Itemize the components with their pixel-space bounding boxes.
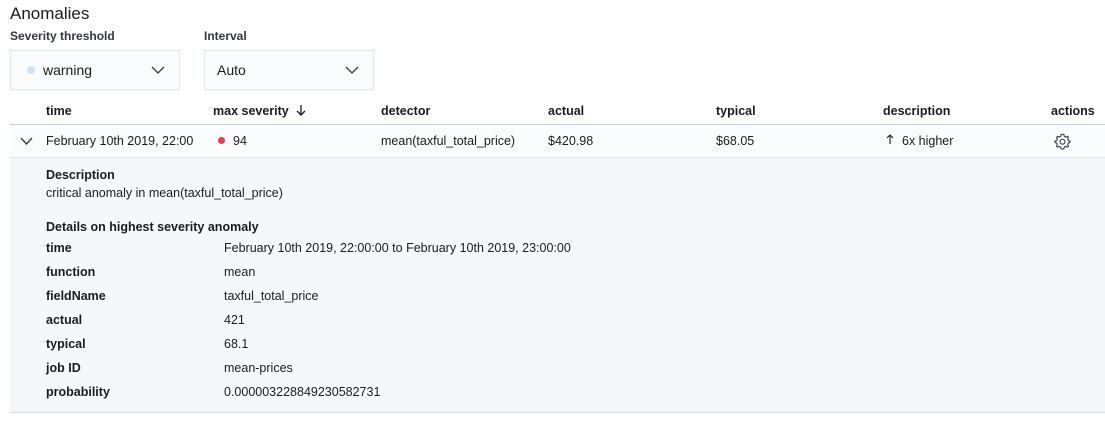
detail-value-typical: 68.1 <box>224 337 249 351</box>
description-text: critical anomaly in mean(taxful_total_pr… <box>46 186 283 200</box>
interval-select[interactable]: Auto <box>204 50 374 90</box>
row-detector: mean(taxful_total_price) <box>381 134 516 148</box>
detail-value-time: February 10th 2019, 22:00:00 to February… <box>224 241 571 255</box>
row-time: February 10th 2019, 22:00 <box>46 134 194 148</box>
severity-threshold-select[interactable]: warning <box>10 50 180 90</box>
details-heading: Details on highest severity anomaly <box>46 220 259 234</box>
detail-value-actual: 421 <box>224 313 245 327</box>
detail-label-function: function <box>46 265 96 279</box>
row-description: 6x higher <box>886 134 953 148</box>
detail-label-actual: actual <box>46 313 83 327</box>
arrow-down-icon <box>296 105 306 116</box>
column-header-max-severity-label: max severity <box>213 104 289 118</box>
interval-value: Auto <box>217 62 246 78</box>
arrow-up-icon <box>886 134 894 144</box>
column-header-max-severity[interactable]: max severity <box>213 104 307 118</box>
column-header-actual[interactable]: actual <box>548 104 584 118</box>
detail-label-job-id: job ID <box>46 361 81 375</box>
critical-dot-icon <box>218 137 225 144</box>
column-header-detector[interactable]: detector <box>381 104 430 118</box>
row-severity-value: 94 <box>233 134 247 148</box>
column-header-time[interactable]: time <box>46 104 72 118</box>
chevron-down-icon <box>345 66 359 74</box>
row-description-text: 6x higher <box>902 134 954 148</box>
gear-icon[interactable] <box>1054 133 1071 150</box>
chevron-down-icon <box>151 66 165 74</box>
interval-label: Interval <box>204 29 247 43</box>
detail-label-time: time <box>46 241 72 255</box>
detail-label-probability: probability <box>46 385 110 399</box>
row-actual: $420.98 <box>548 134 594 148</box>
detail-label-typical: typical <box>46 337 86 351</box>
page-title: Anomalies <box>10 4 90 23</box>
description-heading: Description <box>46 168 115 182</box>
severity-threshold-value: warning <box>43 62 93 78</box>
row-severity: 94 <box>218 134 247 148</box>
detail-label-fieldname: fieldName <box>46 289 106 303</box>
severity-threshold-label: Severity threshold <box>10 29 115 43</box>
column-header-actions: actions <box>1051 104 1095 118</box>
row-typical: $68.05 <box>716 134 755 148</box>
column-header-typical[interactable]: typical <box>716 104 756 118</box>
detail-value-probability: 0.000003228849230582731 <box>224 385 381 399</box>
expanded-row-details: Description critical anomaly in mean(tax… <box>10 158 1105 413</box>
table-header: time max severity detector actual typica… <box>10 100 1105 125</box>
severity-dot-icon <box>27 66 35 74</box>
detail-value-job-id: mean-prices <box>224 361 293 375</box>
chevron-down-icon[interactable] <box>20 136 33 146</box>
column-header-description[interactable]: description <box>883 104 950 118</box>
table-row: February 10th 2019, 22:00 94 mean(taxful… <box>10 125 1105 158</box>
detail-value-function: mean <box>224 265 256 279</box>
detail-value-fieldname: taxful_total_price <box>224 289 319 303</box>
